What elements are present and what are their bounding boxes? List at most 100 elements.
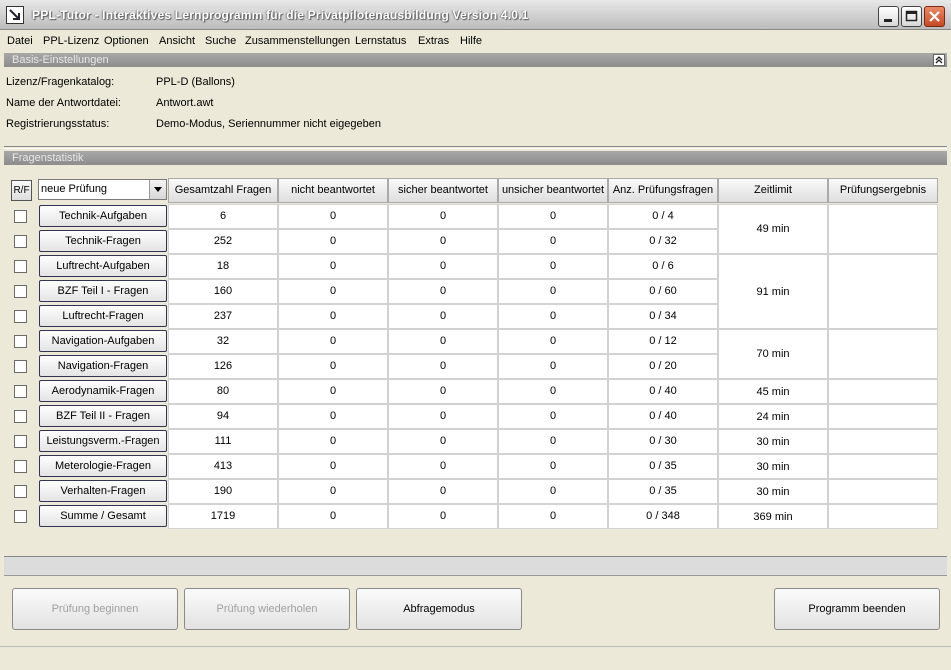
cell-pruef: 0 / 4 [608, 204, 718, 229]
cell-zeitlimit: 91 min [718, 254, 828, 329]
category-button[interactable]: Verhalten-Fragen [39, 480, 167, 502]
title-bar: PPL-Tutor - Interaktives Lernprogramm fü… [0, 0, 951, 30]
repeat-exam-button[interactable]: Prüfung wiederholen [184, 588, 350, 630]
col-sicher: sicher beantwortet [388, 178, 498, 203]
cell-total: 126 [168, 354, 278, 379]
cell-sicher: 0 [388, 404, 498, 429]
cell-nicht: 0 [278, 204, 388, 229]
category-button[interactable]: Leistungsverm.-Fragen [39, 430, 167, 452]
menu-zusammenstellungen[interactable]: Zusammenstellungen [245, 35, 350, 47]
cell-total: 111 [168, 429, 278, 454]
cell-sicher: 0 [388, 279, 498, 304]
row-checkbox[interactable] [14, 510, 27, 523]
row-checkbox[interactable] [14, 335, 27, 348]
category-button[interactable]: Aerodynamik-Fragen [39, 380, 167, 402]
minimize-button[interactable] [878, 6, 899, 27]
menu-ansicht[interactable]: Ansicht [159, 35, 195, 47]
cell-nicht: 0 [278, 229, 388, 254]
category-button[interactable]: Luftrecht-Aufgaben [39, 255, 167, 277]
row-checkbox[interactable] [14, 410, 27, 423]
cell-total: 252 [168, 229, 278, 254]
cell-nicht: 0 [278, 404, 388, 429]
row-checkbox[interactable] [14, 435, 27, 448]
cell-ergebnis [828, 479, 938, 504]
cell-sicher: 0 [388, 429, 498, 454]
stats-table: R/F neue Prüfung Gesamtzahl Fragen nicht… [8, 178, 940, 529]
row-checkbox[interactable] [14, 460, 27, 473]
menu-suche[interactable]: Suche [205, 35, 236, 47]
cell-ergebnis [828, 379, 938, 404]
category-button[interactable]: Meterologie-Fragen [39, 455, 167, 477]
menu-ppl-lizenz[interactable]: PPL-Lizenz [43, 35, 99, 47]
cell-ergebnis [828, 204, 938, 254]
category-button[interactable]: BZF Teil II - Fragen [39, 405, 167, 427]
cell-sicher: 0 [388, 454, 498, 479]
cell-nicht: 0 [278, 504, 388, 529]
cell-zeitlimit: 30 min [718, 454, 828, 479]
close-button[interactable] [924, 6, 945, 27]
cell-unsicher: 0 [498, 504, 608, 529]
row-checkbox[interactable] [14, 310, 27, 323]
row-checkbox[interactable] [14, 285, 27, 298]
cell-zeitlimit: 45 min [718, 379, 828, 404]
cell-sicher: 0 [388, 329, 498, 354]
cell-pruef: 0 / 34 [608, 304, 718, 329]
app-icon[interactable] [6, 6, 24, 24]
collapse-icon[interactable] [933, 54, 945, 66]
cell-unsicher: 0 [498, 204, 608, 229]
maximize-button[interactable] [901, 6, 922, 27]
category-button[interactable]: Navigation-Aufgaben [39, 330, 167, 352]
col-zeitlimit: Zeitlimit [718, 178, 828, 203]
cell-sicher: 0 [388, 254, 498, 279]
category-button[interactable]: Luftrecht-Fragen [39, 305, 167, 327]
exam-mode-select[interactable]: neue Prüfung [38, 179, 167, 200]
cell-pruef: 0 / 6 [608, 254, 718, 279]
menu-lernstatus[interactable]: Lernstatus [355, 35, 406, 47]
query-mode-button[interactable]: Abfragemodus [356, 588, 522, 630]
registration-value: Demo-Modus, Seriennummer nicht eigegeben [156, 118, 382, 130]
cell-nicht: 0 [278, 279, 388, 304]
col-nicht: nicht beantwortet [278, 178, 388, 203]
basis-section-title: Basis-Einstellungen [12, 54, 109, 66]
cell-pruef: 0 / 60 [608, 279, 718, 304]
menu-extras[interactable]: Extras [418, 35, 449, 47]
row-checkbox[interactable] [14, 360, 27, 373]
rf-button[interactable]: R/F [11, 180, 32, 201]
cell-ergebnis [828, 429, 938, 454]
category-button[interactable]: Summe / Gesamt [39, 505, 167, 527]
start-exam-button[interactable]: Prüfung beginnen [12, 588, 178, 630]
answerfile-label: Name der Antwortdatei: [6, 97, 121, 109]
cell-ergebnis [828, 454, 938, 479]
cell-sicher: 0 [388, 379, 498, 404]
menu-hilfe[interactable]: Hilfe [460, 35, 482, 47]
row-checkbox[interactable] [14, 260, 27, 273]
cell-unsicher: 0 [498, 429, 608, 454]
cell-nicht: 0 [278, 379, 388, 404]
cell-total: 94 [168, 404, 278, 429]
cell-total: 160 [168, 279, 278, 304]
menu-optionen[interactable]: Optionen [104, 35, 149, 47]
category-button[interactable]: Technik-Fragen [39, 230, 167, 252]
row-checkbox[interactable] [14, 385, 27, 398]
row-checkbox[interactable] [14, 210, 27, 223]
cell-sicher: 0 [388, 479, 498, 504]
category-button[interactable]: BZF Teil I - Fragen [39, 280, 167, 302]
chevron-down-icon[interactable] [149, 180, 166, 199]
cell-unsicher: 0 [498, 404, 608, 429]
progress-bar [4, 556, 947, 576]
cell-pruef: 0 / 40 [608, 404, 718, 429]
quit-button[interactable]: Programm beenden [774, 588, 940, 630]
menu-datei[interactable]: Datei [7, 35, 33, 47]
row-checkbox[interactable] [14, 485, 27, 498]
cell-pruef: 0 / 30 [608, 429, 718, 454]
cell-nicht: 0 [278, 429, 388, 454]
cell-nicht: 0 [278, 329, 388, 354]
col-pruef: Anz. Prüfungsfragen [608, 178, 718, 203]
category-button[interactable]: Technik-Aufgaben [39, 205, 167, 227]
cell-unsicher: 0 [498, 479, 608, 504]
row-checkbox[interactable] [14, 235, 27, 248]
category-button[interactable]: Navigation-Fragen [39, 355, 167, 377]
section-divider [4, 146, 947, 149]
cell-nicht: 0 [278, 454, 388, 479]
exam-mode-value: neue Prüfung [41, 183, 108, 195]
